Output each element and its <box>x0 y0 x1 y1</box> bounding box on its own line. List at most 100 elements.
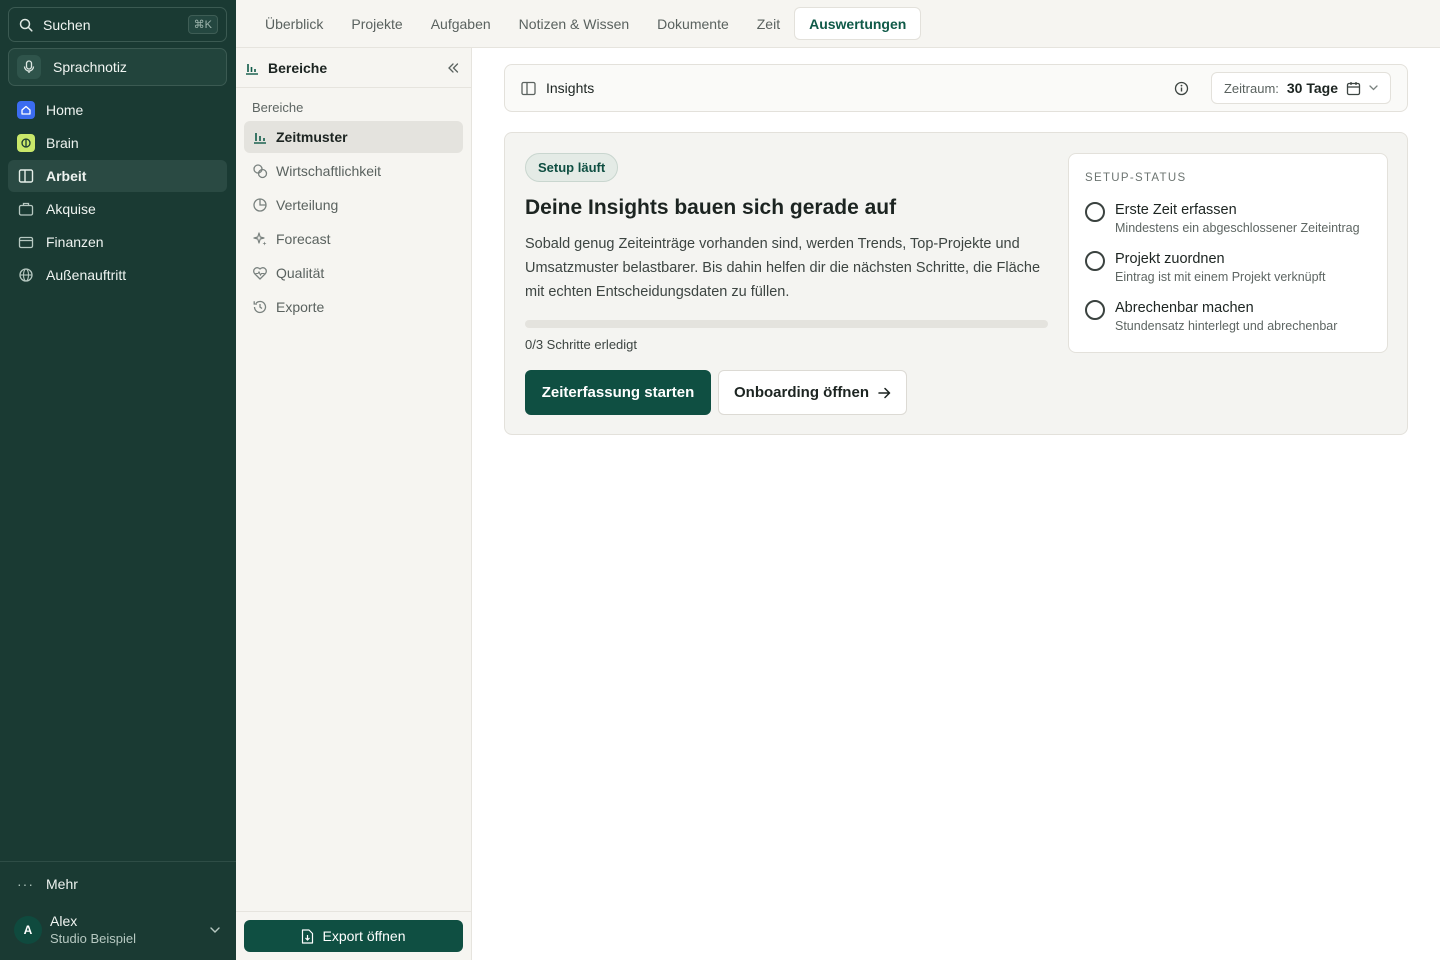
insights-title: Insights <box>546 80 595 96</box>
step-circle-icon <box>1085 251 1105 271</box>
card-title: Deine Insights bauen sich gerade auf <box>525 196 897 219</box>
tab-dokumente[interactable]: Dokumente <box>643 7 743 40</box>
panel-item-verteilung[interactable]: Verteilung <box>244 189 463 221</box>
panel-item-label: Exporte <box>276 299 325 315</box>
step-circle-icon <box>1085 300 1105 320</box>
areas-panel: Bereiche Bereiche Zeitmuster Wirtschaftl… <box>236 48 472 960</box>
panel-title: Bereiche <box>268 59 328 76</box>
sidebar-item-home[interactable]: Home <box>8 94 227 126</box>
avatar: A <box>14 916 42 944</box>
columns-icon <box>17 167 35 185</box>
sidebar-item-label: Arbeit <box>46 168 87 184</box>
info-icon[interactable] <box>1174 81 1189 96</box>
home-icon <box>17 101 35 119</box>
step-subtitle: Stundensatz hinterlegt und abrechenbar <box>1115 319 1338 333</box>
history-icon <box>252 299 268 315</box>
setup-step[interactable]: Abrechenbar machen Stundensatz hinterleg… <box>1085 299 1337 335</box>
tab-notizen-wissen[interactable]: Notizen & Wissen <box>505 7 643 40</box>
panel-item-label: Qualität <box>276 265 325 281</box>
coins-icon <box>252 163 268 179</box>
panel-item-label: Verteilung <box>276 197 339 213</box>
step-text: Projekt zuordnen Eintrag ist mit einem P… <box>1115 250 1326 286</box>
more-button[interactable]: ··· Mehr <box>17 876 78 892</box>
voice-note-label: Sprachnotiz <box>53 59 127 75</box>
step-title: Erste Zeit erfassen <box>1115 202 1237 218</box>
sparkles-icon <box>252 231 268 247</box>
tab-ueberblick[interactable]: Überblick <box>251 7 337 40</box>
sidebar-item-finanzen[interactable]: Finanzen <box>8 226 227 258</box>
layout-panel-icon[interactable] <box>521 81 536 96</box>
globe-icon <box>17 266 35 284</box>
setup-step[interactable]: Erste Zeit erfassen Mindestens ein abges… <box>1085 201 1360 237</box>
setup-status-label: SETUP-STATUS <box>1085 172 1187 184</box>
wallet-icon <box>17 233 35 251</box>
panel-item-forecast[interactable]: Forecast <box>244 223 463 255</box>
open-onboarding-button[interactable]: Onboarding öffnen <box>718 370 907 415</box>
panel-item-label: Zeitmuster <box>276 129 348 145</box>
time-range-select[interactable]: Zeitraum: 30 Tage <box>1210 72 1391 104</box>
tab-aufgaben[interactable]: Aufgaben <box>417 7 505 40</box>
more-label: Mehr <box>46 876 78 892</box>
sidebar-item-label: Brain <box>46 135 79 151</box>
search-shortcut: ⌘K <box>187 15 218 34</box>
sidebar-item-label: Finanzen <box>46 234 104 250</box>
sidebar-nav: Home Brain Arbeit Akquise Finanzen Außen… <box>8 94 227 292</box>
tab-zeit[interactable]: Zeit <box>743 7 794 40</box>
chevron-down-icon <box>210 927 220 933</box>
sidebar-item-aussenauftritt[interactable]: Außenauftritt <box>8 259 227 291</box>
collapse-panel-icon[interactable] <box>447 62 459 73</box>
start-time-tracking-button[interactable]: Zeiterfassung starten <box>525 370 711 415</box>
setup-progress-text: 0/3 Schritte erledigt <box>525 337 638 352</box>
step-text: Abrechenbar machen Stundensatz hinterleg… <box>1115 299 1337 335</box>
status-badge: Setup läuft <box>525 153 619 182</box>
pie-chart-icon <box>252 197 268 213</box>
panel-item-zeitmuster[interactable]: Zeitmuster <box>244 121 463 153</box>
brain-icon <box>17 134 35 152</box>
arrow-right-icon <box>878 387 891 399</box>
chevron-down-icon <box>1369 85 1378 91</box>
sidebar-item-akquise[interactable]: Akquise <box>8 193 227 225</box>
voice-note-button[interactable]: Sprachnotiz <box>8 48 227 86</box>
file-export-icon <box>301 928 314 944</box>
setup-step[interactable]: Projekt zuordnen Eintrag ist mit einem P… <box>1085 250 1326 286</box>
search-label: Suchen <box>43 16 91 33</box>
panel-footer-divider <box>236 911 472 912</box>
step-title: Projekt zuordnen <box>1115 251 1225 267</box>
sidebar-item-label: Außenauftritt <box>46 267 127 283</box>
user-menu[interactable]: A Alex Studio Beispiel <box>14 911 226 949</box>
tab-list: Überblick Projekte Aufgaben Notizen & Wi… <box>251 7 922 40</box>
panel-item-wirtschaftlichkeit[interactable]: Wirtschaftlichkeit <box>244 155 463 187</box>
heart-pulse-icon <box>252 265 268 281</box>
tab-projekte[interactable]: Projekte <box>337 7 416 40</box>
top-tab-bar: Überblick Projekte Aufgaben Notizen & Wi… <box>236 0 1440 48</box>
step-subtitle: Mindestens ein abgeschlossener Zeiteintr… <box>1115 221 1360 235</box>
panel-item-label: Wirtschaftlichkeit <box>276 163 382 179</box>
sidebar-item-label: Akquise <box>46 201 96 217</box>
panel-item-label: Forecast <box>276 231 331 247</box>
export-open-label: Export öffnen <box>322 928 406 944</box>
step-circle-icon <box>1085 202 1105 222</box>
user-name: Alex <box>50 913 78 929</box>
setup-card: Setup läuft Deine Insights bauen sich ge… <box>504 132 1408 435</box>
search-button[interactable]: Suchen ⌘K <box>8 7 227 42</box>
panel-item-qualitaet[interactable]: Qualität <box>244 257 463 289</box>
panel-nav: Zeitmuster Wirtschaftlichkeit Verteilung… <box>244 121 463 325</box>
microphone-icon <box>17 55 41 79</box>
panel-item-exporte[interactable]: Exporte <box>244 291 463 323</box>
export-open-button[interactable]: Export öffnen <box>244 920 463 952</box>
open-onboarding-label: Onboarding öffnen <box>734 384 869 401</box>
setup-progress-bar <box>525 320 1048 328</box>
briefcase-icon <box>17 200 35 218</box>
time-range-value: 30 Tage <box>1286 80 1338 96</box>
user-info: Alex Studio Beispiel <box>50 913 136 947</box>
user-org: Studio Beispiel <box>50 931 136 946</box>
bar-chart-icon <box>252 129 268 145</box>
bar-chart-icon <box>245 61 259 75</box>
sidebar-item-arbeit[interactable]: Arbeit <box>8 160 227 192</box>
tab-auswertungen[interactable]: Auswertungen <box>794 7 922 40</box>
setup-status-box: SETUP-STATUS Erste Zeit erfassen Mindest… <box>1068 153 1388 353</box>
sidebar-item-brain[interactable]: Brain <box>8 127 227 159</box>
time-range-label: Zeitraum: <box>1223 80 1279 96</box>
step-text: Erste Zeit erfassen Mindestens ein abges… <box>1115 201 1360 237</box>
calendar-icon <box>1346 81 1361 96</box>
